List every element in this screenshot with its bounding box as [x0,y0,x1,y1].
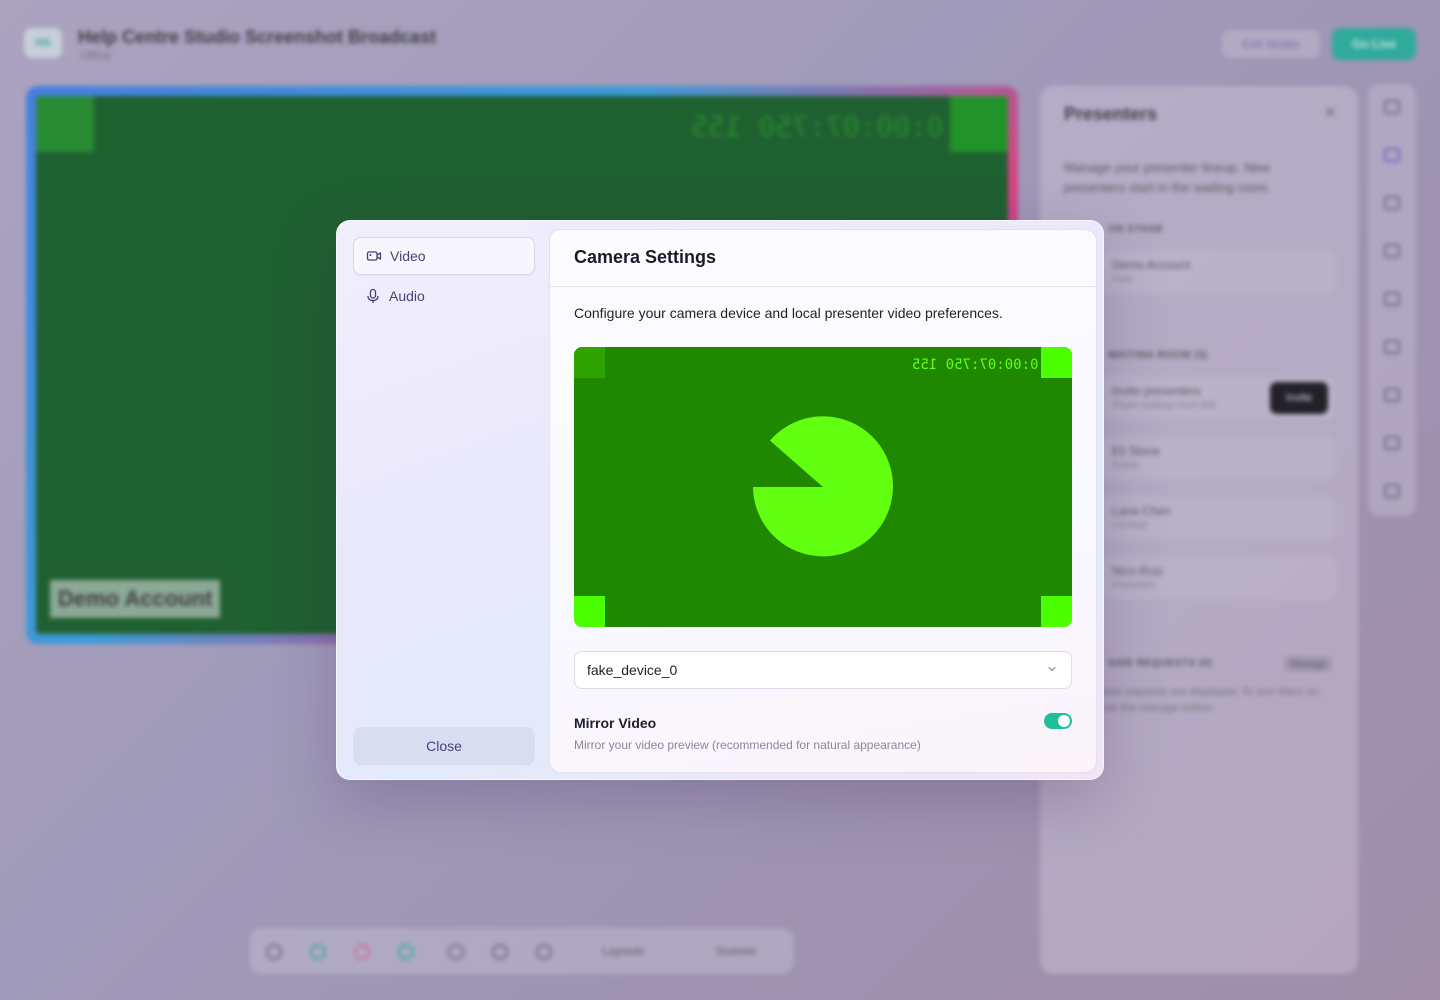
camera-settings-dialog: Video Audio Close Camera Settings Config… [336,220,1104,780]
toggle-knob [1058,715,1070,727]
pacman-shape [753,416,893,557]
nav-item-label: Audio [389,288,425,304]
camera-device-value: fake_device_0 [587,662,678,678]
preview-corner-marker [574,347,605,378]
preview-timecode: 0:00:07:750 155 [911,357,1038,373]
camera-preview: 0:00:07:750 155 [574,347,1072,627]
mirror-video-label: Mirror Video [574,715,657,731]
preview-corner-marker [1041,596,1072,627]
test-pattern [574,347,1072,627]
dialog-description: Configure your camera device and local p… [574,305,1003,321]
divider [550,286,1096,287]
close-button[interactable]: Close [353,727,535,765]
preview-corner-marker [574,596,605,627]
mirror-video-description: Mirror your video preview (recommended f… [574,738,921,752]
mirror-video-toggle[interactable] [1044,713,1072,729]
chevron-down-icon [1048,666,1056,672]
settings-content: Camera Settings Configure your camera de… [549,229,1097,773]
nav-item-label: Video [390,248,426,264]
dialog-title: Camera Settings [574,247,717,267]
video-camera-icon [366,251,382,261]
nav-item-video[interactable]: Video [353,237,535,275]
preview-corner-marker [1041,347,1072,378]
microphone-icon [367,288,379,303]
nav-item-audio[interactable]: Audio [353,277,535,315]
camera-device-select[interactable]: fake_device_0 [574,651,1072,689]
